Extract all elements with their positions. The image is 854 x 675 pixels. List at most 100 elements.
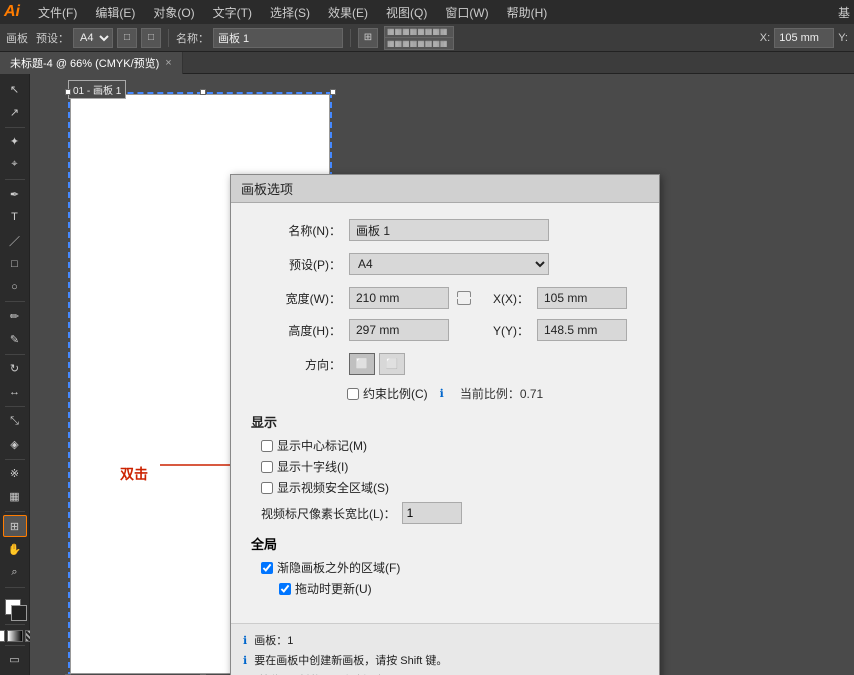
preset-dropdown[interactable]: A4 [349, 253, 549, 275]
portrait-btn[interactable]: ⬜ [349, 353, 375, 375]
tool-sep8 [5, 587, 25, 588]
tool-text[interactable]: T [3, 206, 27, 228]
y-input[interactable] [537, 319, 627, 341]
handle-tl[interactable] [65, 89, 71, 95]
tool-reflect[interactable]: ↔ [3, 381, 27, 403]
current-ratio: 当前比例：0.71 [460, 385, 543, 402]
artboard-name-input[interactable] [213, 28, 343, 48]
x-coord-input[interactable] [774, 28, 834, 48]
show-cross-text: 显示十字线(I) [277, 458, 348, 475]
handle-tr[interactable] [330, 89, 336, 95]
show-center-label[interactable]: 显示中心标记(M) [261, 437, 639, 454]
show-cross-checkbox[interactable] [261, 461, 273, 473]
tool-zoom[interactable]: ⌕ [3, 562, 27, 584]
height-input[interactable] [349, 319, 449, 341]
tab-close-btn[interactable]: × [165, 57, 171, 69]
menu-object[interactable]: 对象(O) [145, 2, 202, 23]
update-drag-label[interactable]: 拖动时更新(U) [279, 580, 639, 597]
app-logo: Ai [4, 3, 20, 21]
menu-bar: Ai 文件(F) 编辑(E) 对象(O) 文字(T) 选择(S) 效果(E) 视… [0, 0, 854, 24]
update-drag-text: 拖动时更新(U) [295, 580, 372, 597]
menu-edit[interactable]: 编辑(E) [87, 2, 143, 23]
tool-magic-wand[interactable]: ✦ [3, 130, 27, 152]
menu-help[interactable]: 帮助(H) [499, 2, 556, 23]
constraint-row: 约束比例(C) ℹ 当前比例：0.71 [251, 385, 639, 402]
tool-sep9 [5, 624, 25, 625]
constraint-info-icon: ℹ [440, 387, 444, 400]
show-video-safe-checkbox[interactable] [261, 482, 273, 494]
tool-hand[interactable]: ✋ [3, 538, 27, 560]
tool-symbol[interactable]: ※ [3, 463, 27, 485]
info-row3: 按住 Alt 键拖动可复制画板。 [243, 672, 647, 675]
tool-sep4 [5, 354, 25, 355]
display-section-title: 显示 [251, 412, 639, 431]
tool-chart[interactable]: ▦ [3, 486, 27, 508]
show-center-checkbox[interactable] [261, 440, 273, 452]
show-center-text: 显示中心标记(M) [277, 437, 367, 454]
tool-scale[interactable]: ⤡ [3, 410, 27, 432]
y-coord-label: Y: [838, 32, 848, 44]
x-coord-label: X: [760, 32, 770, 44]
fade-outside-checkbox[interactable] [261, 562, 273, 574]
toolbar-sep2 [350, 29, 351, 47]
preset-field-label: 预设(P)： [251, 256, 341, 273]
tool-pen[interactable]: ✒ [3, 183, 27, 205]
menu-text[interactable]: 文字(T) [205, 2, 260, 23]
x-input[interactable] [537, 287, 627, 309]
handle-tm[interactable] [200, 89, 206, 95]
preset-select[interactable]: A4 [73, 28, 113, 48]
tool-sep6 [5, 459, 25, 460]
normal-mode-btn[interactable] [0, 630, 5, 642]
tool-selection[interactable]: ↖ [3, 78, 27, 100]
name-label: 名称： [176, 30, 209, 46]
update-drag-checkbox[interactable] [279, 583, 291, 595]
preset-icon1[interactable]: □ [117, 28, 137, 48]
constraint-checkbox-label[interactable]: 约束比例(C) [347, 385, 428, 402]
x-label: X(X)： [479, 290, 529, 307]
menu-select[interactable]: 选择(S) [262, 2, 318, 23]
tool-direct-select[interactable]: ↗ [3, 101, 27, 123]
background-swatch[interactable] [11, 605, 27, 621]
orientation-row: 方向： ⬜ ⬜ [251, 353, 639, 375]
tab-title: 未标题-4 @ 66% (CMYK/预览) [10, 55, 159, 71]
menu-effect[interactable]: 效果(E) [320, 2, 376, 23]
global-section: 全局 渐隐画板之外的区域(F) 拖动时更新(U) [251, 534, 639, 597]
tool-line[interactable]: ／ [3, 229, 27, 251]
width-x-row: 宽度(W)： X(X)： [251, 287, 639, 309]
tool-rotate[interactable]: ↻ [3, 358, 27, 380]
tool-lasso[interactable]: ⌖ [3, 154, 27, 176]
menu-file[interactable]: 文件(F) [30, 2, 85, 23]
menu-window[interactable]: 窗口(W) [437, 2, 496, 23]
constraint-checkbox[interactable] [347, 388, 359, 400]
tool-sep2 [5, 179, 25, 180]
toolbar-icon3[interactable]: ⊞ [358, 28, 378, 48]
tool-brush[interactable]: ✏ [3, 305, 27, 327]
dialog-name-row: 名称(N)： [251, 219, 639, 241]
artboard-name-field[interactable] [349, 219, 549, 241]
canvas-area[interactable]: 01 - 画板 1 双击 画板选项 名称(N)： [30, 74, 854, 675]
menu-view[interactable]: 视图(Q) [378, 2, 435, 23]
tool-blend[interactable]: ◈ [3, 433, 27, 455]
tool-sep10 [5, 645, 25, 646]
landscape-btn[interactable]: ⬜ [379, 353, 405, 375]
color-swatch-group[interactable] [1, 595, 29, 621]
show-video-safe-label[interactable]: 显示视频安全区域(S) [261, 479, 639, 496]
tab-bar: 未标题-4 @ 66% (CMYK/预览) × [0, 52, 854, 74]
tool-rect[interactable]: □ [3, 253, 27, 275]
tool-pencil[interactable]: ✎ [3, 328, 27, 350]
preset-icon2[interactable]: □ [141, 28, 161, 48]
info-text2: 要在画板中创建新画板，请按 Shift 键。 [254, 655, 447, 667]
annotation-text: 双击 [120, 464, 148, 484]
height-y-row: 高度(H)： Y(Y)： [251, 319, 639, 341]
constraint-text: 约束比例(C) [363, 385, 428, 402]
video-ratio-input[interactable] [402, 502, 462, 524]
tool-ellipse[interactable]: ○ [3, 276, 27, 298]
main-toolbar: 画板 预设： A4 □ □ 名称： ⊞ ▦▦▦▦▦▦▦▦ ▦▦▦▦▦▦▦▦ X:… [0, 24, 854, 52]
tool-screen-mode[interactable]: ▭ [3, 649, 27, 671]
fade-outside-label[interactable]: 渐隐画板之外的区域(F) [261, 559, 639, 576]
show-cross-label[interactable]: 显示十字线(I) [261, 458, 639, 475]
document-tab[interactable]: 未标题-4 @ 66% (CMYK/预览) × [0, 52, 183, 74]
gradient-mode-btn[interactable] [7, 630, 23, 642]
tool-artboard[interactable]: ⊞ [3, 515, 27, 537]
width-input[interactable] [349, 287, 449, 309]
